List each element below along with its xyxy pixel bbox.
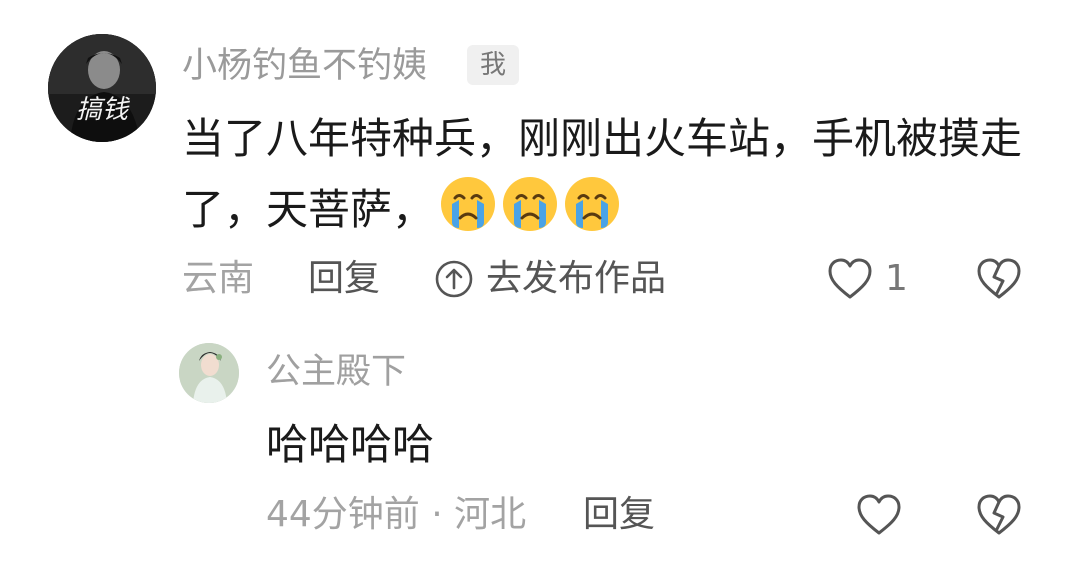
broken-heart-icon (977, 494, 1021, 535)
emoji-group (438, 174, 624, 255)
publish-label[interactable]: 去发布作品 (486, 254, 666, 304)
avatar-image: 搞钱 (48, 34, 156, 142)
heart-icon (857, 494, 901, 535)
crying-face-emoji (503, 177, 558, 231)
reply-avatar[interactable] (179, 343, 239, 403)
reply-dislike-button[interactable] (976, 493, 1022, 541)
reply-time-location: 44分钟前 · 河北 (266, 494, 527, 535)
svg-text:搞钱: 搞钱 (76, 95, 130, 125)
author-badge: 我 (467, 45, 519, 85)
username[interactable]: 小杨钓鱼不钓姨 (182, 44, 427, 88)
like-button[interactable] (827, 257, 873, 305)
reply-avatar-image (179, 343, 239, 403)
crying-face-emoji (441, 177, 496, 231)
dislike-button[interactable] (976, 257, 1022, 305)
crying-face-emoji (565, 177, 620, 231)
publish-button[interactable] (434, 259, 474, 303)
reply-username[interactable]: 公主殿下 (266, 350, 406, 394)
comment-text: 当了八年特种兵，刚刚出火车站，手机被摸走了，天菩萨， (182, 104, 1022, 255)
reply-reply-button[interactable]: 回复 (583, 490, 655, 540)
broken-heart-icon (977, 258, 1021, 299)
like-count: 1 (885, 258, 908, 299)
avatar[interactable]: 搞钱 (48, 34, 156, 142)
arrow-up-circle-icon (434, 259, 474, 303)
heart-icon (828, 258, 872, 299)
reply-like-button[interactable] (856, 493, 902, 541)
reply-button[interactable]: 回复 (308, 254, 380, 304)
reply-text: 哈哈哈哈 (266, 420, 435, 469)
reply-meta-row: 44分钟前 · 河北 回复 (266, 490, 1040, 540)
comment-meta-row: 云南 回复 去发布作品 1 (182, 254, 1040, 304)
location-text: 云南 (182, 258, 255, 299)
